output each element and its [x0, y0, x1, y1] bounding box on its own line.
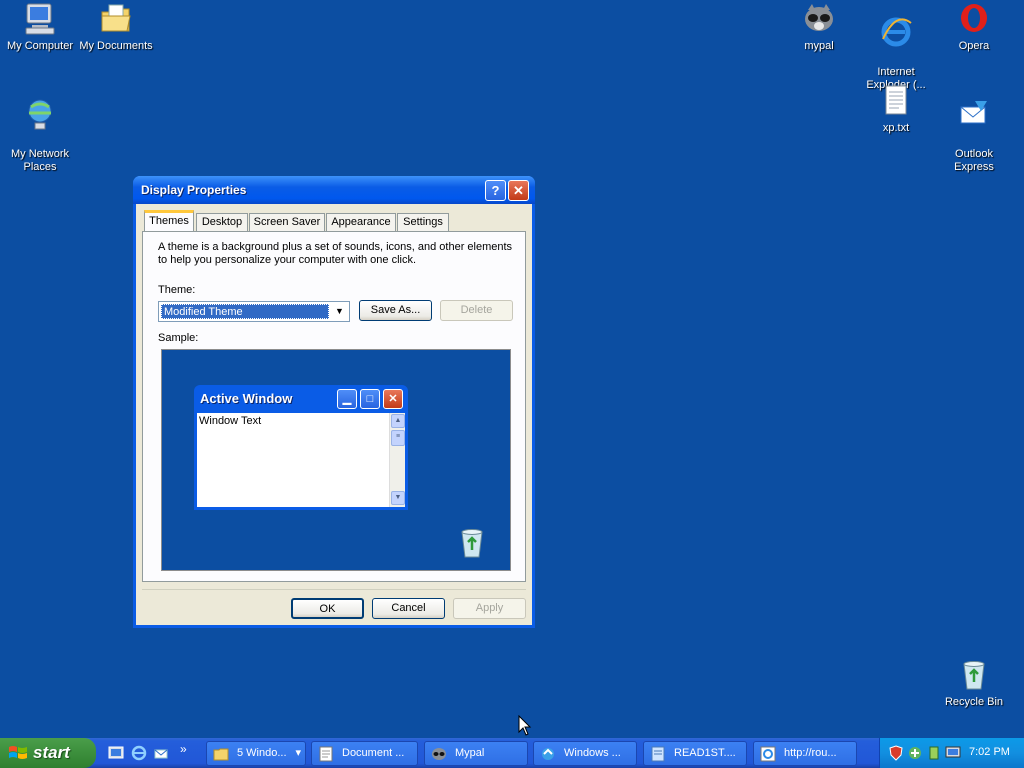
- system-tray: 7:02 PM: [879, 738, 1024, 768]
- taskbar-item-document[interactable]: Document ...: [311, 741, 418, 766]
- theme-description: A theme is a background plus a set of so…: [158, 241, 513, 266]
- desktop-icon-outlook-express[interactable]: Outlook Express: [934, 84, 1014, 174]
- dialog-separator: [142, 589, 526, 590]
- quicklaunch-show-desktop-icon[interactable]: [108, 745, 124, 761]
- maximize-icon: □: [360, 389, 380, 409]
- internet-explorer-icon: [881, 17, 912, 47]
- sample-preview: Active Window ▁ □ ✕ Window Text ▲ ≡ ▼: [161, 349, 511, 571]
- desktop-icon-label: xp.txt: [882, 122, 910, 134]
- close-button[interactable]: ✕: [508, 180, 529, 201]
- my-computer-icon: [25, 3, 55, 35]
- ok-button[interactable]: OK: [291, 598, 364, 619]
- chevron-down-icon[interactable]: ▼: [331, 303, 348, 320]
- desktop-icon-my-computer[interactable]: My Computer: [0, 2, 80, 53]
- raccoon-icon: [805, 4, 833, 31]
- desktop-icon-label: My Computer: [6, 40, 74, 52]
- delete-button: Delete: [440, 300, 513, 321]
- network-places-icon: [28, 99, 52, 130]
- safely-remove-hardware-icon[interactable]: [926, 745, 942, 761]
- apply-button: Apply: [453, 598, 526, 619]
- desktop-icon-label: Outlook Express: [954, 148, 994, 173]
- outlook-express-icon: [960, 101, 987, 124]
- text-file-icon: [885, 85, 907, 115]
- taskbar-item-windows[interactable]: Windows ...: [533, 741, 637, 766]
- chevron-down-icon[interactable]: ▾: [295, 742, 301, 765]
- start-button[interactable]: start: [0, 738, 96, 768]
- desktop-icon-label: Recycle Bin: [944, 696, 1004, 708]
- tab-desktop[interactable]: Desktop: [196, 213, 248, 232]
- scroll-down-icon: ▼: [391, 491, 405, 505]
- desktop-icon-opera[interactable]: Opera: [934, 2, 1014, 53]
- desktop-icon-internet-explorer[interactable]: Internet Exploder (...: [856, 2, 936, 92]
- sample-window-title: Active Window: [200, 391, 293, 406]
- dialog-titlebar[interactable]: Display Properties ? ✕: [133, 176, 535, 204]
- close-icon: ✕: [383, 389, 403, 409]
- opera-icon: [961, 4, 987, 32]
- recycle-bin-icon: [461, 529, 483, 558]
- start-label: start: [33, 743, 70, 762]
- desktop-icon-label: Opera: [958, 40, 990, 52]
- windows-update-icon: [542, 748, 554, 760]
- mouse-cursor-icon: [518, 715, 532, 736]
- display-properties-dialog: Display Properties ? ✕ Themes Desktop Sc…: [133, 176, 535, 628]
- taskbar-item-http[interactable]: http://rou...: [753, 741, 857, 766]
- desktop-icon-my-documents[interactable]: My Documents: [76, 2, 156, 53]
- tab-settings[interactable]: Settings: [397, 213, 449, 232]
- taskbar-item-mypal[interactable]: Mypal: [424, 741, 528, 766]
- text-file-icon: [651, 746, 665, 762]
- theme-label: Theme:: [158, 284, 196, 296]
- scroll-thumb-icon: ≡: [391, 430, 405, 446]
- clock[interactable]: 7:02 PM: [969, 746, 1010, 758]
- taskbar-item-read1st[interactable]: READ1ST....: [643, 741, 747, 766]
- internet-explorer-icon: [760, 746, 776, 762]
- desktop-icon-my-network-places[interactable]: My Network Places: [0, 84, 80, 174]
- quicklaunch-outlook-express-icon[interactable]: [154, 745, 170, 761]
- desktop-icon-label: My Network Places: [10, 148, 70, 173]
- recycle-bin-icon: [963, 661, 985, 690]
- tab-themes[interactable]: Themes: [144, 210, 194, 233]
- sample-active-window: Active Window ▁ □ ✕ Window Text ▲ ≡ ▼: [194, 385, 408, 510]
- tab-appearance[interactable]: Appearance: [326, 213, 396, 232]
- network-icon[interactable]: [907, 745, 923, 761]
- themes-tab-panel: A theme is a background plus a set of so…: [142, 231, 526, 582]
- theme-dropdown-value: Modified Theme: [161, 304, 329, 319]
- sample-label: Sample:: [158, 332, 199, 344]
- minimize-icon: ▁: [337, 389, 357, 409]
- tab-screen-saver[interactable]: Screen Saver: [249, 213, 325, 232]
- security-shield-icon[interactable]: [888, 745, 904, 761]
- sample-window-text: Window Text: [199, 415, 262, 427]
- theme-dropdown[interactable]: Modified Theme ▼: [158, 301, 350, 322]
- sample-scrollbar: ▲ ≡ ▼: [389, 413, 405, 507]
- display-icon[interactable]: [945, 745, 961, 761]
- sample-window-body: Window Text ▲ ≡ ▼: [197, 413, 405, 507]
- my-documents-icon: [101, 4, 131, 32]
- windows-flag-icon: [9, 746, 27, 759]
- raccoon-icon: [432, 748, 446, 760]
- desktop-icon-label: mypal: [804, 40, 834, 52]
- desktop-icon-label: My Documents: [79, 40, 153, 52]
- help-button[interactable]: ?: [485, 180, 506, 201]
- dialog-title: Display Properties: [141, 183, 247, 197]
- desktop-icon-mypal[interactable]: mypal: [779, 2, 859, 53]
- taskbar: start » 5 Windo... ▾ Document ... Mypal …: [0, 738, 1024, 768]
- cancel-button[interactable]: Cancel: [372, 598, 445, 619]
- document-icon: [319, 746, 333, 762]
- desktop-icon-recycle-bin[interactable]: Recycle Bin: [934, 658, 1014, 709]
- taskbar-item-windows-group[interactable]: 5 Windo... ▾: [206, 741, 306, 766]
- folder-icon: [213, 748, 229, 761]
- desktop-icon-xp-txt[interactable]: xp.txt: [856, 84, 936, 135]
- scroll-up-icon: ▲: [391, 414, 405, 428]
- quicklaunch-internet-explorer-icon[interactable]: [131, 745, 147, 761]
- quicklaunch-overflow[interactable]: »: [180, 742, 187, 756]
- save-as-button[interactable]: Save As...: [359, 300, 432, 321]
